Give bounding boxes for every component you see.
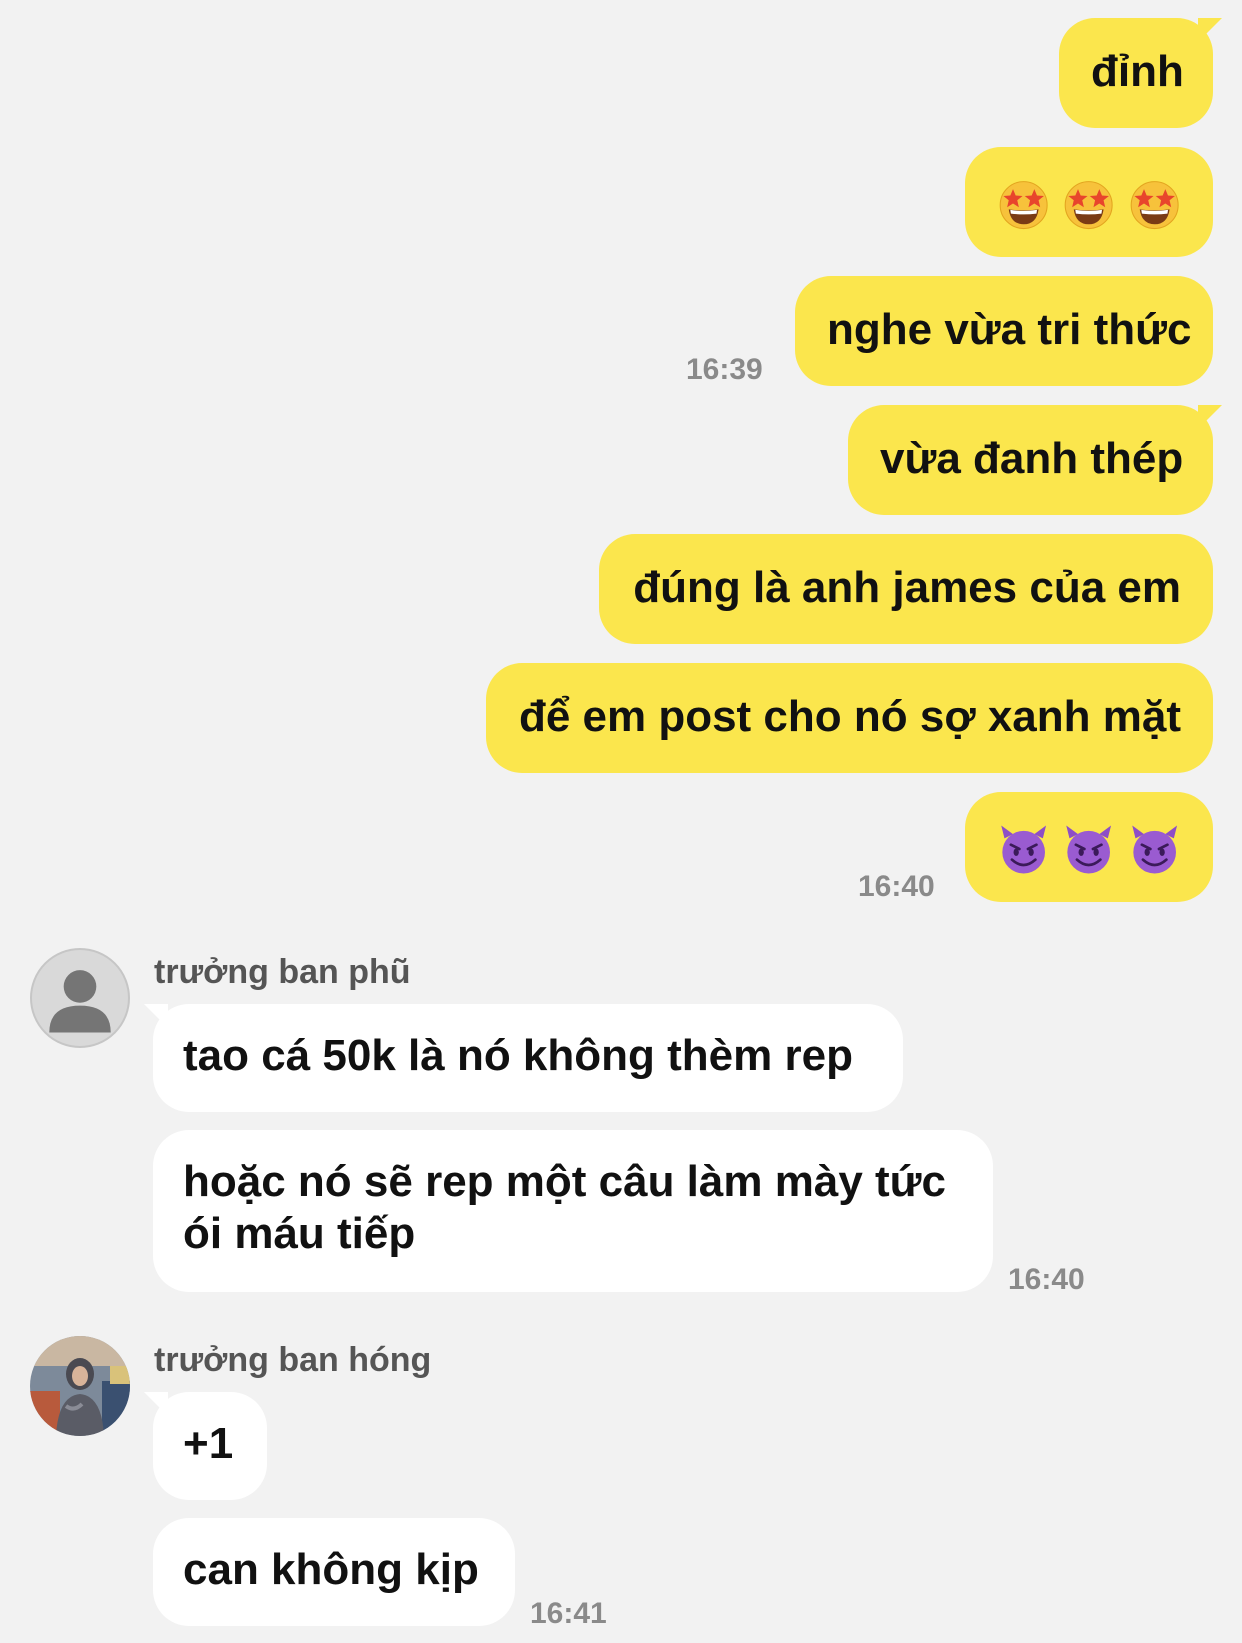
outgoing-message[interactable]: để em post cho nó sợ xanh mặt [486,663,1213,773]
sender-avatar[interactable] [30,948,130,1048]
star-struck-emoji [997,177,1050,231]
star-struck-emoji [1128,177,1181,231]
message-text: +1 [183,1419,234,1468]
sender-name: trưởng ban hóng [154,1341,432,1379]
message-text: tao cá 50k là nó không thèm rep [183,1031,853,1080]
message-text: để em post cho nó sợ xanh mặt [518,692,1181,741]
outgoing-message[interactable] [965,792,1213,902]
smiling-devil-emoji [1128,822,1181,876]
message-text: đỉnh [1091,47,1184,96]
smiling-devil-emoji [997,822,1050,876]
message-text: vừa đanh thép [880,434,1184,483]
emoji-row [997,822,1181,876]
message-text-line: hoặc nó sẽ rep một câu làm mày tức [183,1157,946,1206]
incoming-message[interactable]: hoặc nó sẽ rep một câu làm mày tức ói má… [153,1130,993,1292]
message-text-line: ói máu tiếp [183,1209,416,1258]
timestamp: 16:40 [858,870,935,903]
incoming-message[interactable]: can không kịp [153,1518,515,1626]
sender-avatar[interactable] [30,1336,130,1436]
default-avatar-icon [49,970,111,1033]
timestamp: 16:39 [686,353,763,386]
emoji-row [997,177,1181,231]
smiling-devil-emoji [1062,822,1115,876]
sender-name: trưởng ban phũ [154,953,411,991]
timestamp: 16:41 [530,1597,607,1630]
outgoing-message[interactable] [965,147,1213,257]
star-struck-emoji [1062,177,1115,231]
outgoing-message[interactable]: vừa đanh thép [848,405,1213,515]
message-text: đúng là anh james của em [633,563,1181,612]
photo-avatar-image [30,1336,130,1436]
message-text: can không kịp [183,1545,479,1594]
outgoing-message[interactable]: nghe vừa tri thức [795,276,1213,386]
timestamp: 16:40 [1008,1263,1085,1296]
incoming-message[interactable]: tao cá 50k là nó không thèm rep [153,1004,903,1112]
incoming-message[interactable]: +1 [153,1392,267,1500]
outgoing-message[interactable]: đúng là anh james của em [599,534,1213,644]
message-text: nghe vừa tri thức [827,305,1192,354]
outgoing-message[interactable]: đỉnh [1059,18,1213,128]
